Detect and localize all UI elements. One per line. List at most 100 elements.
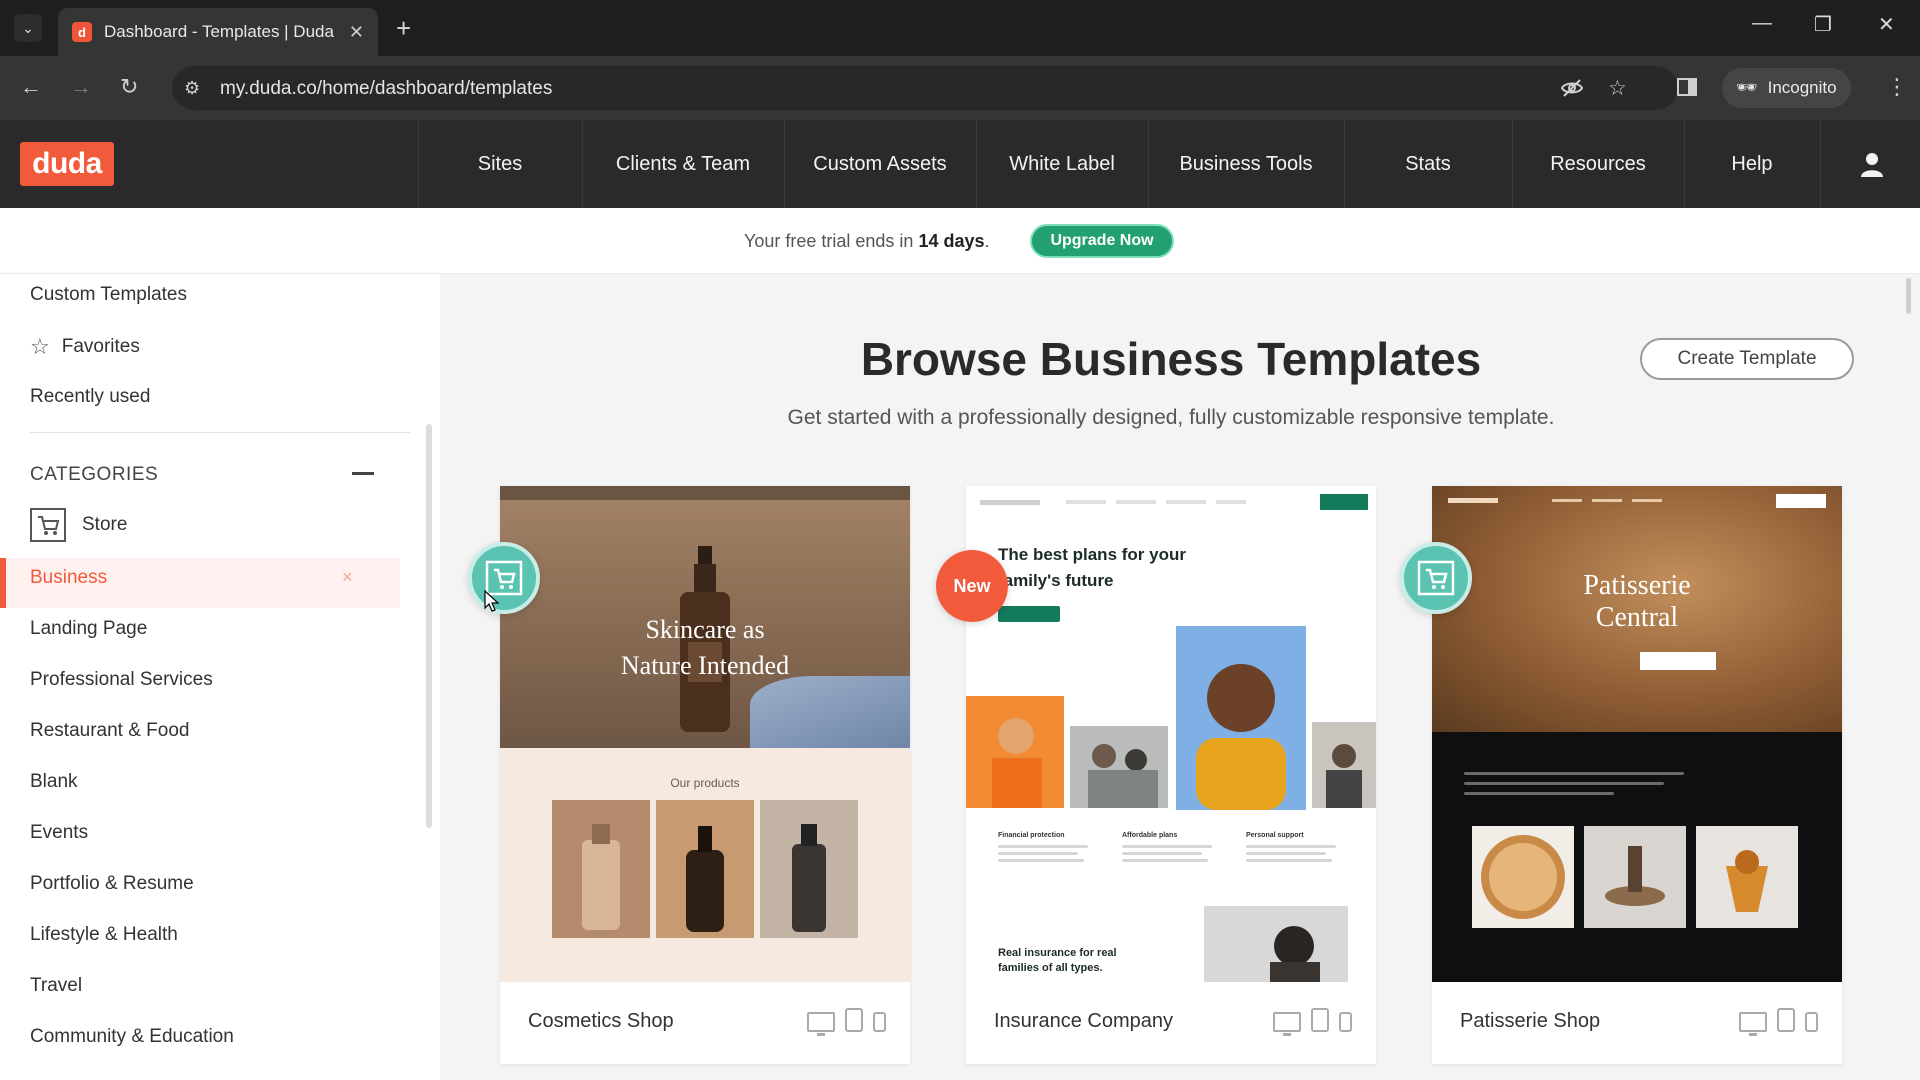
nav-white-label[interactable]: White Label	[976, 120, 1148, 208]
site-settings-icon[interactable]: ⚙	[184, 78, 200, 99]
nav-stats[interactable]: Stats	[1344, 120, 1512, 208]
active-indicator	[0, 558, 6, 608]
main-scrollbar[interactable]	[1906, 278, 1911, 314]
template-card-insurance-company[interactable]: The best plans for your family's future …	[936, 486, 1376, 1064]
restore-icon[interactable]: ❐	[1814, 12, 1832, 37]
sidebar-item-community-education[interactable]: Community & Education	[30, 1026, 234, 1048]
template-card-patisserie-shop[interactable]: Patisserie Central Patisserie Shop	[1400, 486, 1842, 1064]
more-icon[interactable]: ⋮	[1886, 74, 1908, 100]
create-template-button[interactable]: Create Template	[1640, 338, 1854, 380]
store-badge-icon	[468, 542, 540, 614]
product-image-1	[552, 800, 650, 938]
sidebar-item-label: Store	[82, 514, 128, 535]
template-name[interactable]: Cosmetics Shop	[528, 1010, 674, 1033]
sidebar-item-professional-services[interactable]: Professional Services	[30, 669, 213, 691]
desktop-preview-icon[interactable]	[1739, 1012, 1767, 1036]
sidebar-item-business-label[interactable]: Business	[30, 567, 107, 589]
trial-prefix: Your free trial ends in	[744, 231, 914, 251]
device-preview-group	[1739, 1008, 1818, 1036]
mobile-preview-icon[interactable]	[873, 1012, 886, 1032]
sidebar-scrollbar[interactable]	[426, 424, 432, 828]
trial-message: Your free trial ends in 14 days.	[744, 231, 990, 252]
minimize-icon[interactable]: —	[1752, 12, 1772, 35]
template-preview[interactable]: Skincare as Nature Intended Our products	[500, 486, 910, 982]
desktop-preview-icon[interactable]	[1273, 1012, 1301, 1036]
star-outline-icon: ☆	[30, 334, 50, 359]
product-image-2	[656, 800, 754, 938]
sidebar-item-custom-templates[interactable]: Custom Templates	[30, 284, 187, 306]
url-text[interactable]: my.duda.co/home/dashboard/templates	[220, 78, 552, 100]
window-close-icon[interactable]: ✕	[1878, 12, 1895, 37]
nav-sites[interactable]: Sites	[418, 120, 582, 208]
sidebar-item-restaurant-food[interactable]: Restaurant & Food	[30, 720, 189, 742]
store-cart-icon	[30, 508, 66, 542]
template-card-cosmetics-shop[interactable]: Skincare as Nature Intended Our products…	[468, 486, 910, 1064]
preview-tile-tart	[1472, 826, 1574, 928]
duda-logo[interactable]: duda	[20, 142, 114, 186]
template-preview[interactable]: Patisserie Central	[1432, 486, 1842, 982]
nav-custom-assets[interactable]: Custom Assets	[784, 120, 976, 208]
preview-hero-line-1: Patisserie	[1583, 570, 1691, 601]
reload-icon[interactable]: ↻	[120, 72, 138, 102]
new-tab-icon[interactable]: +	[396, 14, 411, 42]
preview-feature-title: Financial protection	[998, 832, 1065, 839]
page-subtitle: Get started with a professionally design…	[787, 406, 1555, 429]
device-preview-group	[1273, 1008, 1352, 1036]
incognito-icon: 🕶	[1736, 78, 1758, 97]
sidebar-item-travel[interactable]: Travel	[30, 975, 82, 997]
clear-filter-icon[interactable]: ×	[342, 567, 353, 588]
sidebar-item-blank[interactable]: Blank	[30, 771, 78, 793]
app-header: duda Sites Clients & Team Custom Assets …	[0, 120, 1920, 208]
browser-tab[interactable]: d Dashboard - Templates | Duda ✕	[58, 8, 378, 56]
sidebar-item-recently-used[interactable]: Recently used	[30, 386, 150, 408]
tablet-preview-icon[interactable]	[845, 1008, 863, 1032]
eye-off-icon[interactable]	[1560, 76, 1584, 106]
store-badge-icon	[1400, 542, 1472, 614]
tab-search-icon[interactable]: ⌄	[14, 14, 42, 42]
tab-title: Dashboard - Templates | Duda	[104, 22, 334, 41]
preview-photo-orange	[966, 696, 1064, 808]
preview-feature-3: Personal support	[1246, 832, 1356, 866]
side-panel-icon[interactable]	[1676, 76, 1698, 104]
preview-feature-1: Financial protection	[998, 832, 1108, 866]
incognito-indicator[interactable]: 🕶 Incognito	[1722, 68, 1851, 108]
sidebar-item-landing-page[interactable]: Landing Page	[30, 618, 147, 640]
preview-photo-child	[1176, 626, 1306, 810]
preview-navbar	[1448, 494, 1826, 508]
preview-hero-title: Patisserie Central	[1432, 570, 1842, 634]
user-account-icon[interactable]	[1858, 150, 1886, 178]
preview-tile-pastry	[1584, 826, 1686, 928]
sidebar-item-favorites[interactable]: ☆ Favorites	[30, 334, 140, 360]
tablet-preview-icon[interactable]	[1777, 1008, 1795, 1032]
back-icon[interactable]: ←	[20, 72, 42, 102]
mobile-preview-icon[interactable]	[1805, 1012, 1818, 1032]
upgrade-now-button[interactable]: Upgrade Now	[1030, 224, 1174, 258]
nav-clients-team[interactable]: Clients & Team	[582, 120, 784, 208]
template-name[interactable]: Insurance Company	[994, 1010, 1173, 1033]
sidebar-item-store[interactable]: Store	[30, 508, 127, 542]
mobile-preview-icon[interactable]	[1339, 1012, 1352, 1032]
star-icon[interactable]: ☆	[1608, 76, 1627, 101]
forward-icon[interactable]: →	[70, 72, 92, 102]
preview-products-title: Our products	[670, 776, 740, 790]
collapse-categories-icon[interactable]	[352, 472, 374, 475]
sidebar-item-lifestyle-health[interactable]: Lifestyle & Health	[30, 924, 178, 946]
sidebar-item-events[interactable]: Events	[30, 822, 88, 844]
nav-business-tools[interactable]: Business Tools	[1148, 120, 1344, 208]
preview-feature-title: Personal support	[1246, 832, 1304, 839]
card-footer: Cosmetics Shop	[500, 982, 910, 1064]
nav-help[interactable]: Help	[1684, 120, 1820, 208]
duda-favicon-icon: d	[72, 22, 92, 42]
browser-toolbar: ← → ↻ ⚙ my.duda.co/home/dashboard/templa…	[0, 56, 1920, 120]
preview-tile-dessert	[1696, 826, 1798, 928]
tablet-preview-icon[interactable]	[1311, 1008, 1329, 1032]
sidebar-item-portfolio-resume[interactable]: Portfolio & Resume	[30, 873, 194, 895]
template-preview[interactable]: The best plans for your family's future …	[966, 486, 1376, 982]
sidebar-item-label: Favorites	[61, 336, 140, 357]
preview-photo-side	[1312, 722, 1376, 808]
close-tab-icon[interactable]: ✕	[349, 22, 364, 43]
desktop-preview-icon[interactable]	[807, 1012, 835, 1036]
template-name[interactable]: Patisserie Shop	[1460, 1010, 1600, 1033]
preview-top-strip	[500, 486, 910, 500]
nav-resources[interactable]: Resources	[1512, 120, 1684, 208]
